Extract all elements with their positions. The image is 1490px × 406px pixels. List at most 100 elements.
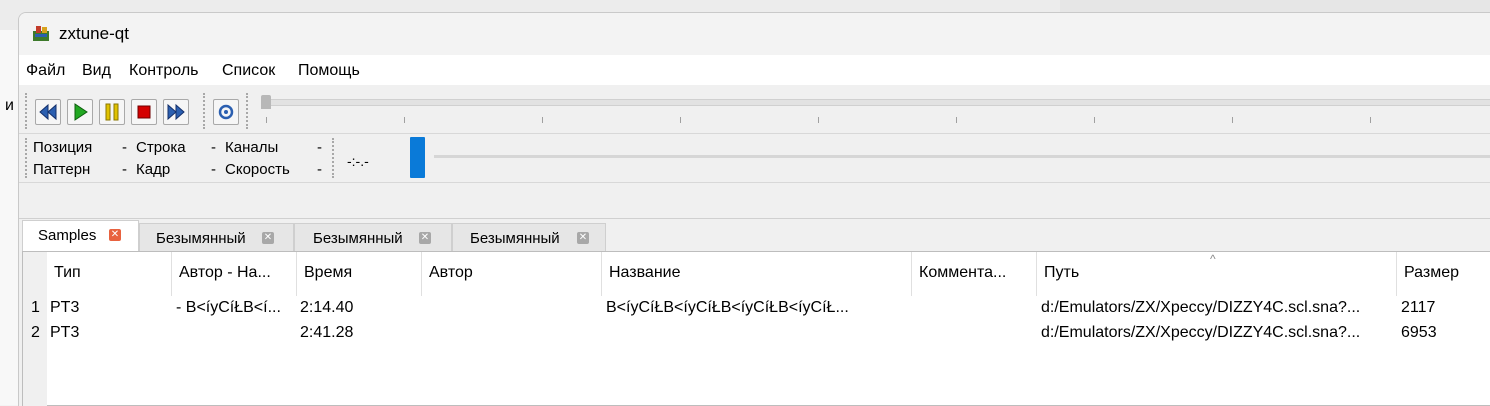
- tab-untitled-1[interactable]: Безымянный ✕: [139, 223, 294, 251]
- column-header-title[interactable]: Название: [602, 252, 912, 296]
- column-header-label: Коммента...: [919, 264, 1007, 281]
- loop-icon: [218, 104, 234, 120]
- cell-type: PT3: [50, 324, 80, 341]
- panel-grip[interactable]: [25, 138, 30, 178]
- seek-slider-handle[interactable]: [261, 95, 271, 109]
- seek-tick: [1370, 117, 1371, 123]
- table-row[interactable]: 2 PT3 2:41.28 d:/Emulators/ZX/Xpeccy/DIZ…: [23, 322, 1490, 348]
- position-value: -: [122, 139, 127, 156]
- column-header-path[interactable]: Путь: [1037, 252, 1397, 296]
- channels-label: Каналы: [225, 139, 279, 156]
- seek-tick: [818, 117, 819, 123]
- column-header-label: Размер: [1404, 264, 1459, 281]
- table-row[interactable]: 1 PT3 - B<íyCíŁB<í... 2:14.40 B<íyCíŁB<í…: [23, 296, 1490, 322]
- column-header-label: Тип: [54, 264, 81, 281]
- tab-label: Samples: [38, 227, 97, 244]
- playlist-table: ^ Тип Автор - На... Время Автор Название…: [22, 251, 1490, 406]
- toolbar-grip[interactable]: [25, 93, 30, 129]
- seek-tick: [1232, 117, 1233, 123]
- close-icon[interactable]: ✕: [109, 229, 121, 241]
- rewind-icon: [39, 103, 57, 121]
- tab-label: Безымянный: [313, 230, 403, 247]
- seek-tick: [542, 117, 543, 123]
- column-header-label: Название: [609, 264, 681, 281]
- seek-tick: [956, 117, 957, 123]
- menu-file[interactable]: Файл: [26, 62, 65, 80]
- cell-path: d:/Emulators/ZX/Xpeccy/DIZZY4C.scl.sna?.…: [1041, 299, 1361, 316]
- tab-untitled-2[interactable]: Безымянный ✕: [294, 223, 452, 251]
- cell-type: PT3: [50, 299, 80, 316]
- pause-button[interactable]: [99, 99, 125, 125]
- menu-help[interactable]: Помощь: [298, 62, 360, 80]
- seek-slider-track[interactable]: [263, 99, 1490, 106]
- cell-size: 2117: [1401, 299, 1436, 316]
- menu-view[interactable]: Вид: [82, 62, 111, 80]
- playback-info-panel: Позиция - Строка - Каналы - Паттерн - Ка…: [19, 134, 1490, 183]
- cell-time: 2:14.40: [300, 299, 354, 316]
- tab-label: Безымянный: [156, 230, 246, 247]
- line-label: Строка: [136, 139, 186, 156]
- row-number: 1: [31, 299, 40, 316]
- stop-button[interactable]: [131, 99, 157, 125]
- column-header-label: Автор - На...: [179, 264, 271, 281]
- seek-tick: [266, 117, 267, 123]
- column-header-label: Путь: [1044, 264, 1080, 281]
- pattern-value: -: [122, 161, 127, 178]
- play-button[interactable]: [67, 99, 93, 125]
- background-letter: и: [5, 97, 14, 114]
- channels-value: -: [317, 139, 322, 156]
- background-window-edge: [1060, 0, 1490, 12]
- row-number: 2: [31, 324, 40, 341]
- column-header-size[interactable]: Размер: [1397, 252, 1490, 296]
- close-icon[interactable]: ✕: [419, 232, 431, 244]
- cell-author-title: - B<íyCíŁB<í...: [176, 299, 281, 316]
- volume-slider-handle[interactable]: [410, 137, 425, 178]
- column-header-author[interactable]: Автор: [422, 252, 602, 296]
- column-header-time[interactable]: Время: [297, 252, 422, 296]
- forward-button[interactable]: [163, 99, 189, 125]
- time-display: -:-.-: [347, 153, 369, 169]
- forward-icon: [167, 103, 185, 121]
- cell-time: 2:41.28: [300, 324, 354, 341]
- empty-toolbar-area: [19, 183, 1490, 219]
- frame-value: -: [211, 161, 216, 178]
- cell-path: d:/Emulators/ZX/Xpeccy/DIZZY4C.scl.sna?.…: [1041, 324, 1361, 341]
- column-header-type[interactable]: Тип: [47, 252, 172, 296]
- menu-bar: Файл Вид Контроль Список Помощь: [19, 55, 1490, 85]
- column-header-label: Время: [304, 264, 353, 281]
- playlist-tabs: Samples ✕ Безымянный ✕ Безымянный ✕ Безы…: [19, 219, 1490, 252]
- rewind-button[interactable]: [35, 99, 61, 125]
- window-title: zxtune-qt: [59, 24, 129, 43]
- line-value: -: [211, 139, 216, 156]
- seek-tick: [404, 117, 405, 123]
- close-icon[interactable]: ✕: [262, 232, 274, 244]
- speed-value: -: [317, 161, 322, 178]
- tab-label: Безымянный: [470, 230, 560, 247]
- speed-label: Скорость: [225, 161, 290, 178]
- background-strip: [0, 30, 20, 405]
- volume-slider-track[interactable]: [434, 155, 1490, 158]
- tab-untitled-3[interactable]: Безымянный ✕: [452, 223, 606, 251]
- app-icon: [33, 26, 49, 41]
- menu-list[interactable]: Список: [222, 62, 275, 80]
- stop-icon: [137, 105, 151, 119]
- column-header-comment[interactable]: Коммента...: [912, 252, 1037, 296]
- menu-control[interactable]: Контроль: [129, 62, 199, 80]
- toolbar-grip-3[interactable]: [246, 93, 251, 129]
- title-bar[interactable]: zxtune-qt: [19, 13, 1490, 55]
- loop-button[interactable]: [213, 99, 239, 125]
- frame-label: Кадр: [136, 161, 171, 178]
- pattern-label: Паттерн: [33, 161, 91, 178]
- cell-size: 6953: [1401, 324, 1437, 341]
- cell-title: B<íyCíŁB<íyCíŁB<íyCíŁB<íyCíŁ...: [606, 299, 849, 316]
- close-icon[interactable]: ✕: [577, 232, 589, 244]
- tab-samples[interactable]: Samples ✕: [22, 220, 139, 252]
- pause-icon: [105, 103, 119, 121]
- position-label: Позиция: [33, 139, 93, 156]
- panel-grip-2[interactable]: [332, 138, 337, 178]
- toolbar-grip-2[interactable]: [203, 93, 208, 129]
- main-window: zxtune-qt Файл Вид Контроль Список Помощ…: [18, 12, 1490, 406]
- seek-tick: [680, 117, 681, 123]
- seek-tick: [1094, 117, 1095, 123]
- column-header-author-title[interactable]: Автор - На...: [172, 252, 297, 296]
